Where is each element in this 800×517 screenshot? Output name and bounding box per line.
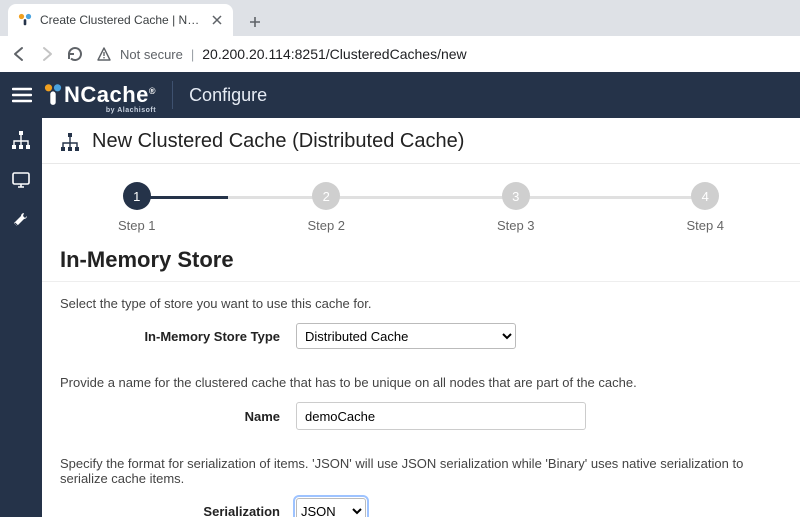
section-heading: In-Memory Store: [42, 243, 800, 282]
address-url: 20.200.20.114:8251/ClusteredCaches/new: [202, 46, 466, 62]
favicon-icon: [18, 13, 32, 27]
step-3[interactable]: 3 Step 3: [421, 182, 611, 233]
step-bar: [326, 196, 516, 199]
forward-icon[interactable]: [38, 45, 56, 63]
name-description: Provide a name for the clustered cache t…: [42, 361, 800, 400]
store-type-label: In-Memory Store Type: [60, 329, 280, 344]
new-tab-button[interactable]: [241, 8, 269, 36]
serialization-select[interactable]: JSON: [296, 498, 366, 517]
store-type-select[interactable]: Distributed Cache: [296, 323, 516, 349]
app-header: NCache® by Alachisoft Configure: [0, 72, 800, 118]
main-content: New Clustered Cache (Distributed Cache) …: [42, 118, 800, 517]
left-nav: [0, 118, 42, 517]
step-1[interactable]: 1 Step 1: [42, 182, 232, 233]
store-type-row: In-Memory Store Type Distributed Cache: [42, 321, 800, 361]
logo-icon: [44, 83, 62, 107]
brand-logo[interactable]: NCache® by Alachisoft: [44, 82, 156, 108]
serialization-label: Serialization: [60, 504, 280, 517]
menu-icon[interactable]: [12, 87, 32, 103]
page-title-row: New Clustered Cache (Distributed Cache): [42, 118, 800, 164]
back-icon[interactable]: [10, 45, 28, 63]
step-bar: [516, 196, 706, 199]
step-label: Step 2: [307, 218, 345, 233]
brand-subtitle: by Alachisoft: [106, 107, 156, 114]
cache-name-input[interactable]: [296, 402, 586, 430]
not-secure-icon: [96, 46, 112, 62]
step-label: Step 1: [118, 218, 156, 233]
serialization-row: Serialization JSON: [42, 496, 800, 517]
brand-name: NCache® by Alachisoft: [64, 82, 156, 108]
nav-monitor-icon[interactable]: [7, 166, 35, 194]
address-field[interactable]: Not secure | 20.200.20.114:8251/Clustere…: [94, 40, 790, 68]
browser-chrome: Create Clustered Cache | NCache Not secu…: [0, 0, 800, 72]
serialization-description: Specify the format for serialization of …: [42, 442, 800, 496]
address-separator: |: [191, 47, 194, 62]
nav-tools-icon[interactable]: [7, 206, 35, 234]
name-label: Name: [60, 409, 280, 424]
browser-tab[interactable]: Create Clustered Cache | NCache: [8, 4, 233, 36]
header-section-title: Configure: [189, 85, 267, 106]
browser-tab-title: Create Clustered Cache | NCache: [40, 13, 203, 27]
name-row: Name: [42, 400, 800, 442]
step-2[interactable]: 2 Step 2: [232, 182, 422, 233]
not-secure-label: Not secure: [120, 47, 183, 62]
nav-cluster-icon[interactable]: [7, 126, 35, 154]
cluster-icon: [60, 132, 80, 152]
step-circle: 3: [502, 182, 530, 210]
step-4[interactable]: 4 Step 4: [611, 182, 800, 233]
reload-icon[interactable]: [66, 45, 84, 63]
step-circle: 1: [123, 182, 151, 210]
header-divider: [172, 81, 173, 109]
browser-tab-bar: Create Clustered Cache | NCache: [0, 0, 800, 36]
step-circle: 2: [312, 182, 340, 210]
wizard-stepper: 1 Step 1 2 Step 2 3 Step 3 4 Step 4: [42, 164, 800, 243]
step-label: Step 3: [497, 218, 535, 233]
page-title: New Clustered Cache (Distributed Cache): [92, 130, 464, 153]
step-label: Step 4: [686, 218, 724, 233]
browser-address-bar: Not secure | 20.200.20.114:8251/Clustere…: [0, 36, 800, 72]
store-type-description: Select the type of store you want to use…: [42, 282, 800, 321]
close-icon[interactable]: [211, 14, 223, 26]
step-circle: 4: [691, 182, 719, 210]
